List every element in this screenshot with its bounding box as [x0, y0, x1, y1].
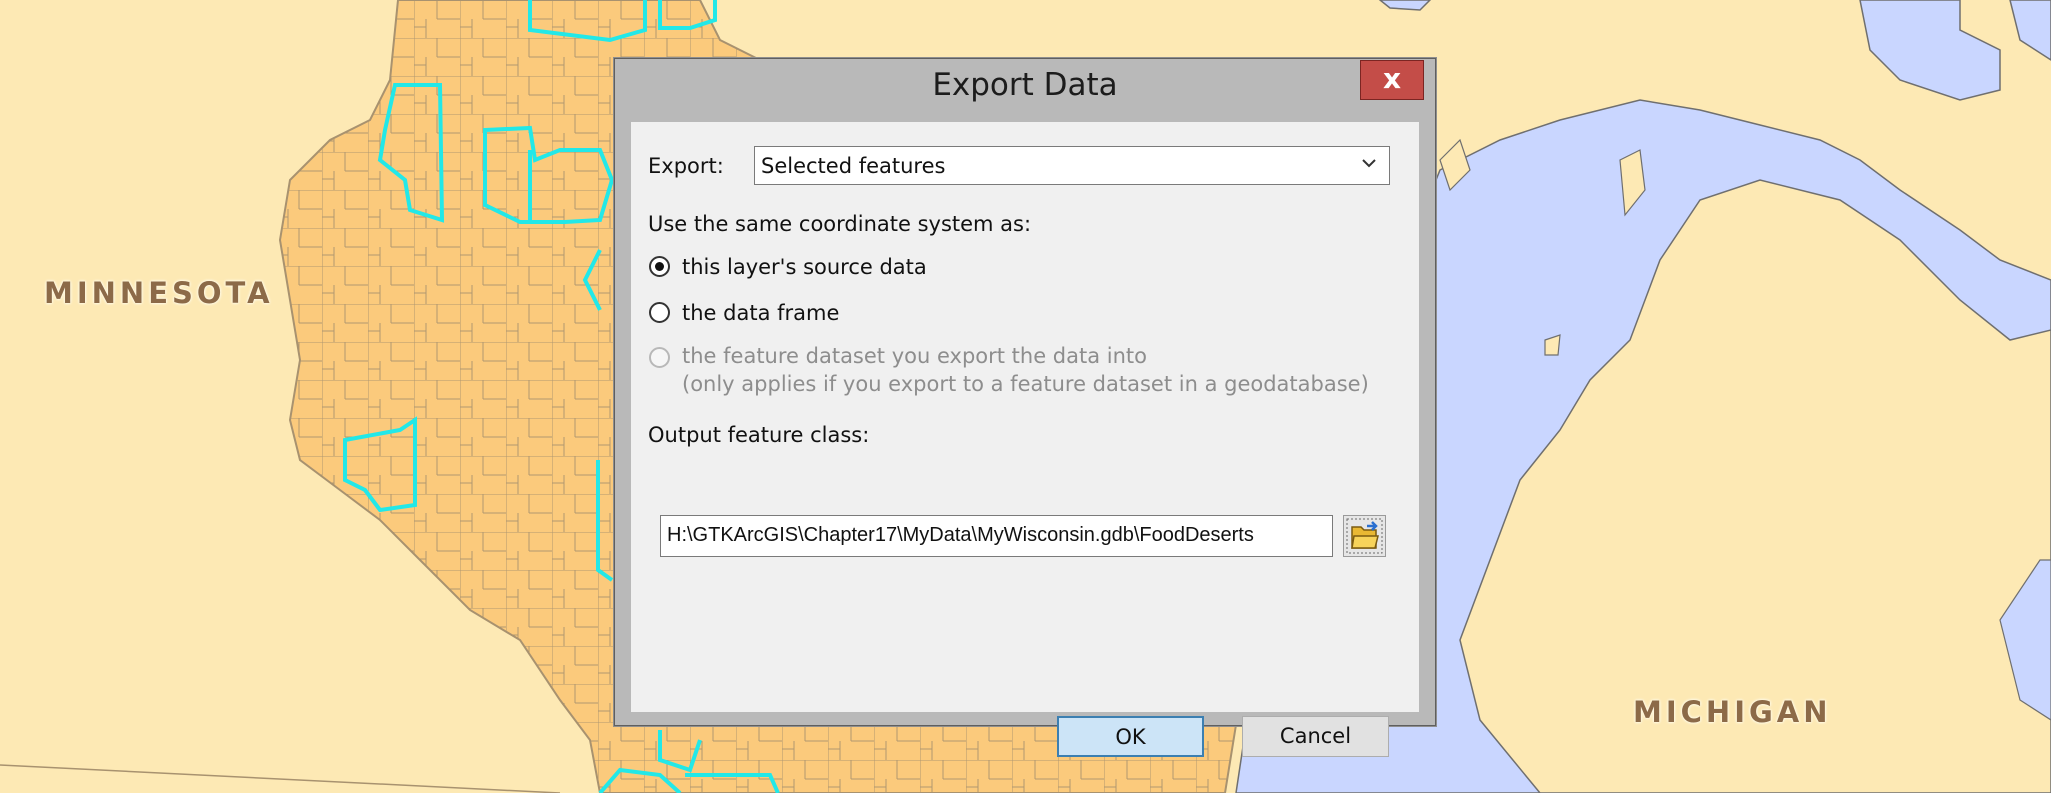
radio-label-layer-source-data[interactable]: this layer's source data [682, 255, 927, 279]
chevron-down-icon [1362, 159, 1376, 168]
coordinate-system-heading: Use the same coordinate system as: [648, 212, 1032, 236]
radio-note-feature-dataset: (only applies if you export to a feature… [682, 372, 1369, 396]
close-icon: x [1382, 62, 1402, 95]
browse-button[interactable] [1343, 515, 1386, 557]
dialog-title: Export Data [932, 67, 1118, 103]
export-label: Export: [648, 154, 724, 178]
radio-layer-source-data[interactable] [649, 256, 670, 277]
radio-label-feature-dataset: the feature dataset you export the data … [682, 344, 1148, 368]
output-feature-class-label: Output feature class: [648, 423, 870, 447]
dialog-body: Export: Selected features Use the same c… [631, 122, 1419, 757]
export-select[interactable]: Selected features [754, 146, 1390, 185]
state-label-michigan: MICHIGAN [1633, 695, 1832, 729]
close-button[interactable]: x [1360, 60, 1424, 100]
folder-browse-icon [1346, 518, 1383, 554]
export-data-dialog: Export Data x Export: Selected features … [614, 58, 1436, 757]
radio-feature-dataset [649, 347, 670, 368]
dialog-titlebar[interactable]: Export Data x [615, 59, 1435, 119]
output-feature-class-field[interactable]: H:\GTKArcGIS\Chapter17\MyData\MyWisconsi… [660, 515, 1333, 557]
ok-button[interactable]: OK [1057, 716, 1204, 757]
cancel-button[interactable]: Cancel [1242, 716, 1389, 757]
state-label-minnesota: MINNESOTA [44, 276, 274, 310]
output-feature-class-value: H:\GTKArcGIS\Chapter17\MyData\MyWisconsi… [667, 524, 1254, 546]
radio-data-frame[interactable] [649, 302, 670, 323]
radio-label-data-frame[interactable]: the data frame [682, 301, 839, 325]
export-select-value: Selected features [761, 154, 946, 178]
